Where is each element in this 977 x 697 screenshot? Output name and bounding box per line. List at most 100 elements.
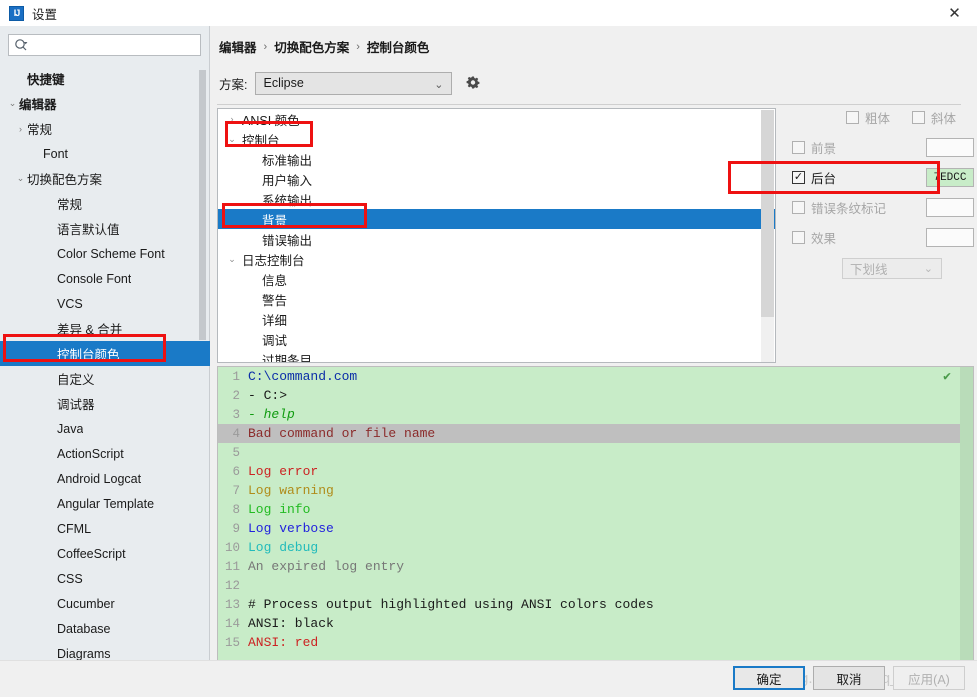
sidebar-item-CoffeeScript[interactable]: CoffeeScript [0, 541, 210, 566]
attribute-row-label: 控制台 [242, 133, 280, 148]
sidebar-item-Database[interactable]: Database [0, 616, 210, 641]
apply-button[interactable]: 应用(A) [893, 666, 965, 690]
sidebar-item-CSS[interactable]: CSS [0, 566, 210, 591]
attribute-row-控制台[interactable]: ⌄ 控制台 [218, 129, 775, 149]
attribute-row-警告[interactable]: 警告 [218, 289, 775, 309]
sidebar-item-差异 & 合并[interactable]: 差异 & 合并 [0, 316, 210, 341]
sidebar-item-Font[interactable]: Font [0, 141, 210, 166]
close-icon[interactable]: ✕ [932, 0, 977, 26]
console-preview[interactable]: 1 C:\command.com 2 - C:> 3 - help 4 Bad command… [217, 366, 974, 676]
horizontal-divider [217, 104, 961, 105]
attribute-row-日志控制台[interactable]: ⌄ 日志控制台 [218, 249, 775, 269]
effect-checkbox-box[interactable] [792, 231, 805, 244]
attribute-scroll-thumb[interactable] [761, 110, 774, 317]
chevron-down-icon[interactable]: ⌄ [222, 254, 242, 265]
italic-label: 斜体 [931, 112, 957, 126]
foreground-row: 前景 [792, 138, 974, 157]
italic-checkbox[interactable]: 斜体 [912, 108, 956, 127]
sidebar-item-CFML[interactable]: CFML [0, 516, 210, 541]
preview-line-number: 8 [232, 502, 240, 517]
breadcrumb: 编辑器 › 切换配色方案 › 控制台颜色 [219, 37, 429, 56]
bold-checkbox-box[interactable] [846, 111, 859, 124]
error-stripe-checkbox[interactable]: 错误条纹标记 [792, 198, 886, 217]
chevron-down-icon[interactable]: ⌄ [14, 173, 27, 184]
background-checkbox[interactable]: ✓ 后台 [792, 168, 836, 187]
sidebar-item-Java[interactable]: Java [0, 416, 210, 441]
foreground-color-swatch[interactable] [926, 138, 974, 157]
breadcrumb-item[interactable]: 切换配色方案 [274, 37, 349, 56]
cancel-button[interactable]: 取消 [813, 666, 885, 690]
preview-line: 14 ANSI: black [218, 614, 973, 633]
chevron-down-icon[interactable]: ⌄ [222, 134, 242, 145]
preview-scroll-track[interactable] [960, 367, 973, 675]
sidebar-item-VCS[interactable]: VCS [0, 291, 210, 316]
attribute-row-用户输入[interactable]: 用户输入 [218, 169, 775, 189]
sidebar-item-调试器[interactable]: 调试器 [0, 391, 210, 416]
attribute-row-背景[interactable]: 背景 [218, 209, 775, 229]
background-color-swatch[interactable]: 7EDCC [926, 168, 974, 187]
ok-button[interactable]: 确定 [733, 666, 805, 690]
foreground-checkbox-box[interactable] [792, 141, 805, 154]
background-checkbox-box[interactable]: ✓ [792, 171, 805, 184]
attribute-row-错误输出[interactable]: 错误输出 [218, 229, 775, 249]
italic-checkbox-box[interactable] [912, 111, 926, 124]
chevron-right-icon[interactable]: › [14, 124, 27, 134]
attribute-row-调试[interactable]: 调试 [218, 329, 775, 349]
chevron-right-icon[interactable]: › [222, 114, 242, 124]
sidebar-item-编辑器[interactable]: ⌄ 编辑器 [0, 91, 210, 116]
sidebar-item-label: Font [43, 146, 69, 161]
sidebar-item-Angular Template[interactable]: Angular Template [0, 491, 210, 516]
sidebar-item-label: CFML [57, 521, 92, 536]
attribute-row-详细[interactable]: 详细 [218, 309, 775, 329]
sidebar-item-label: Console Font [57, 271, 132, 286]
attribute-row-label: ANSI 颜色 [242, 113, 300, 128]
search-icon [14, 38, 28, 52]
attribute-row-label: 日志控制台 [242, 253, 305, 268]
color-attribute-tree[interactable]: › ANSI 颜色 ⌄ 控制台 标准输出 用户输入 系统输出 背景 错误输出 ⌄ 日志控制台 信息 警告… [217, 108, 776, 363]
search-box[interactable] [8, 34, 201, 56]
sidebar-item-ActionScript[interactable]: ActionScript [0, 441, 210, 466]
sidebar-scrollbar[interactable] [199, 70, 206, 340]
chevron-down-icon[interactable]: ⌄ [6, 98, 19, 109]
sidebar-item-语言默认值[interactable]: 语言默认值 [0, 216, 210, 241]
effect-type-select[interactable]: 下划线 ⌄ [842, 258, 942, 279]
attribute-row-系统输出[interactable]: 系统输出 [218, 189, 775, 209]
sidebar-item-切换配色方案[interactable]: ⌄ 切换配色方案 [0, 166, 210, 191]
sidebar-item-Android Logcat[interactable]: Android Logcat [0, 466, 210, 491]
preview-line-text: C:\command.com [248, 369, 358, 384]
sidebar-item-常规[interactable]: › 常规 [0, 116, 210, 141]
sidebar-item-自定义[interactable]: 自定义 [0, 366, 210, 391]
preview-line-number: 5 [232, 445, 240, 460]
search-input[interactable] [31, 37, 191, 53]
attribute-row-label: 调试 [262, 333, 288, 348]
sidebar-item-Diagrams[interactable]: Diagrams [0, 641, 210, 661]
preview-line-text: Log info [248, 502, 311, 517]
attribute-row-过期条目[interactable]: 过期条目 [218, 349, 775, 363]
sidebar-item-控制台颜色[interactable]: 控制台颜色 [0, 341, 210, 366]
error-stripe-color-swatch[interactable] [926, 198, 974, 217]
attribute-row-ANSI 颜色[interactable]: › ANSI 颜色 [218, 109, 775, 129]
attribute-row-label: 系统输出 [262, 193, 313, 208]
attribute-row-label: 标准输出 [262, 153, 313, 168]
sidebar-item-Color Scheme Font[interactable]: Color Scheme Font [0, 241, 210, 266]
sidebar-item-Cucumber[interactable]: Cucumber [0, 591, 210, 616]
gear-icon[interactable] [465, 75, 481, 91]
preview-line-number: 10 [224, 540, 240, 555]
window-title: 设置 [32, 7, 58, 22]
settings-tree[interactable]: 快捷键 ⌄ 编辑器 › 常规 Font ⌄ 切换配色方案 常规 语言默认值 Color Scheme… [0, 66, 210, 660]
effect-color-swatch[interactable] [926, 228, 974, 247]
sidebar-item-快捷键[interactable]: 快捷键 [0, 66, 210, 91]
error-stripe-checkbox-box[interactable] [792, 201, 805, 214]
attribute-row-label: 错误输出 [262, 233, 313, 248]
sidebar-item-Console Font[interactable]: Console Font [0, 266, 210, 291]
breadcrumb-item[interactable]: 编辑器 [219, 37, 257, 56]
attribute-row-label: 用户输入 [262, 173, 313, 188]
foreground-checkbox[interactable]: 前景 [792, 138, 836, 157]
preview-line: 8 Log info [218, 500, 973, 519]
scheme-select[interactable]: Eclipse ⌄ [255, 71, 453, 95]
bold-checkbox[interactable]: 粗体 [846, 108, 890, 127]
attribute-row-标准输出[interactable]: 标准输出 [218, 149, 775, 169]
sidebar-item-常规[interactable]: 常规 [0, 191, 210, 216]
effect-checkbox[interactable]: 效果 [792, 228, 836, 247]
attribute-row-信息[interactable]: 信息 [218, 269, 775, 289]
